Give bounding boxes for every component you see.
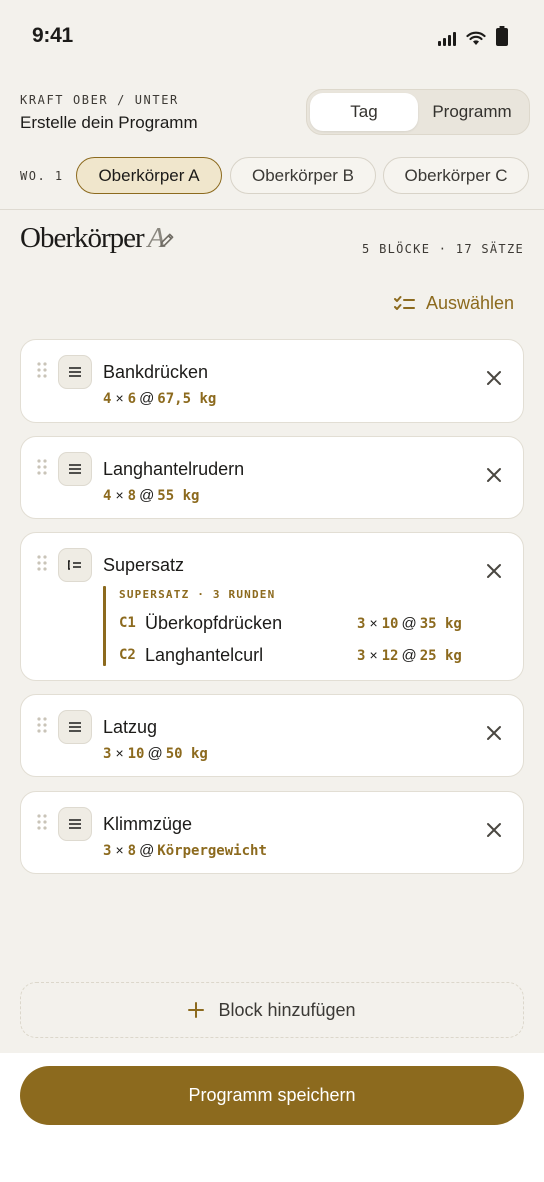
exercise-type-icon <box>58 452 92 486</box>
superset-bar <box>103 586 106 666</box>
superset-item-code: C1 <box>119 615 136 631</box>
drag-handle-icon[interactable] <box>37 555 47 571</box>
reps-value: 12 <box>381 648 399 664</box>
superset-item-spec: 3 × 10 @35 kg <box>357 615 462 632</box>
page-subtitle: Erstelle dein Programm <box>20 113 198 132</box>
list-lines-icon <box>69 722 81 732</box>
superset-type-icon <box>58 548 92 582</box>
sets-value: 3 <box>103 746 112 762</box>
superset-name: Supersatz <box>103 555 185 575</box>
status-time: 9:41 <box>32 24 73 47</box>
list-lines-icon <box>69 464 81 474</box>
list-lines-icon <box>69 819 81 829</box>
weight-value: 55 kg <box>157 488 200 504</box>
block-card[interactable]: Klimmzüge 3 × 8 @ Körpergewicht <box>20 791 524 874</box>
block-card[interactable]: Latzug 3 × 10 @50 kg <box>20 694 524 777</box>
select-button[interactable]: Auswählen <box>393 293 514 314</box>
day-chip-oberkoerper-b[interactable]: Oberkörper B <box>230 157 376 194</box>
weight-value: 67,5 kg <box>157 391 217 407</box>
edit-pencil-icon[interactable] <box>158 231 176 249</box>
status-icons <box>438 26 508 46</box>
plus-icon <box>188 1002 205 1018</box>
add-block-label: Block hinzufügen <box>218 999 356 1020</box>
cellular-signal-icon <box>438 32 456 46</box>
bracket-list-icon <box>68 560 81 570</box>
drag-handle-icon[interactable] <box>37 717 47 733</box>
weight-value: 25 kg <box>419 648 462 664</box>
day-title: Oberkörper A <box>20 222 165 255</box>
day-title-main: Oberkörper <box>20 222 145 254</box>
drag-handle-icon[interactable] <box>37 362 47 378</box>
divider <box>0 209 544 210</box>
superset-item-name: Langhantelcurl <box>145 645 264 665</box>
exercise-spec: 4 × 8 @55 kg <box>103 487 200 504</box>
weight-value: 35 kg <box>419 616 462 632</box>
day-chip-oberkoerper-c[interactable]: Oberkörper C <box>383 157 529 194</box>
day-summary: 5 BLÖCKE · 17 SÄTZE <box>362 242 524 256</box>
save-program-button[interactable]: Programm speichern <box>20 1066 524 1125</box>
battery-icon <box>496 26 508 46</box>
sets-value: 3 <box>357 648 366 664</box>
reps-value: 10 <box>381 616 399 632</box>
day-chip-oberkoerper-a[interactable]: Oberkörper A <box>76 157 222 194</box>
reps-value: 10 <box>127 746 145 762</box>
exercise-type-icon <box>58 807 92 841</box>
remove-block-icon[interactable] <box>485 562 503 580</box>
weight-value: 50 kg <box>165 746 208 762</box>
segment-programm[interactable]: Programm <box>418 93 526 131</box>
superset-item-spec: 3 × 12 @25 kg <box>357 647 462 664</box>
weight-value: Körpergewicht <box>157 843 267 859</box>
status-bar: 9:41 <box>0 0 544 72</box>
exercise-name: Langhantelrudern <box>103 459 245 479</box>
superset-header: SUPERSATZ · 3 RUNDEN <box>119 588 276 601</box>
remove-block-icon[interactable] <box>485 369 503 387</box>
wifi-icon <box>466 31 486 45</box>
checklist-icon <box>393 295 415 310</box>
view-segmented-control: Tag Programm <box>306 89 530 135</box>
exercise-spec: 3 × 8 @ Körpergewicht <box>103 842 267 859</box>
sets-value: 3 <box>357 616 366 632</box>
remove-block-icon[interactable] <box>485 724 503 742</box>
drag-handle-icon[interactable] <box>37 459 47 475</box>
block-card[interactable]: Bankdrücken 4 × 6 @67,5 kg <box>20 339 524 423</box>
segment-tag[interactable]: Tag <box>310 93 418 131</box>
exercise-type-icon <box>58 710 92 744</box>
exercise-name: Bankdrücken <box>103 362 209 382</box>
exercise-spec: 4 × 6 @67,5 kg <box>103 390 217 407</box>
add-block-button[interactable]: Block hinzufügen <box>20 982 524 1038</box>
superset-item-name: Überkopfdrücken <box>145 613 283 633</box>
program-eyebrow: KRAFT OBER / UNTER <box>20 93 179 107</box>
sets-value: 4 <box>103 391 112 407</box>
exercise-name: Klimmzüge <box>103 814 193 834</box>
remove-block-icon[interactable] <box>485 821 503 839</box>
drag-handle-icon[interactable] <box>37 814 47 830</box>
week-label: WO. 1 <box>20 169 64 183</box>
reps-value: 8 <box>127 488 137 504</box>
list-lines-icon <box>69 367 81 377</box>
exercise-spec: 3 × 10 @50 kg <box>103 745 208 762</box>
reps-value: 8 <box>127 843 137 859</box>
reps-value: 6 <box>127 391 137 407</box>
sets-value: 3 <box>103 843 112 859</box>
exercise-type-icon <box>58 355 92 389</box>
superset-card[interactable]: Supersatz SUPERSATZ · 3 RUNDEN C1 Überko… <box>20 532 524 681</box>
select-label: Auswählen <box>425 293 514 313</box>
remove-block-icon[interactable] <box>485 466 503 484</box>
sets-value: 4 <box>103 488 112 504</box>
superset-item-code: C2 <box>119 647 136 663</box>
block-card[interactable]: Langhantelrudern 4 × 8 @55 kg <box>20 436 524 519</box>
exercise-name: Latzug <box>103 717 158 737</box>
